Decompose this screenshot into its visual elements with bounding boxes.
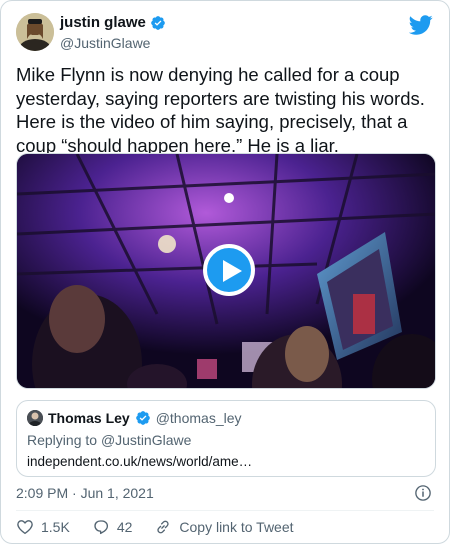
play-button[interactable] bbox=[203, 244, 255, 296]
author-display-name[interactable]: justin glawe bbox=[60, 14, 146, 32]
copy-link-label: Copy link to Tweet bbox=[179, 519, 294, 535]
tweet-timestamp[interactable]: 2:09 PM · Jun 1, 2021 bbox=[16, 485, 154, 501]
reply-icon bbox=[94, 520, 108, 535]
replying-prefix: Replying to bbox=[27, 432, 101, 448]
link-icon bbox=[157, 520, 170, 534]
verified-badge-icon bbox=[151, 16, 165, 30]
like-button[interactable]: 1.5K bbox=[16, 518, 70, 536]
quoted-replying-to: Replying to @JustinGlawe bbox=[27, 432, 191, 448]
author-names: justin glawe @JustinGlawe bbox=[60, 14, 166, 52]
action-bar: 1.5K 42 Copy link to Tweet bbox=[16, 517, 316, 537]
copy-link-button[interactable]: Copy link to Tweet bbox=[154, 518, 294, 536]
reply-count: 42 bbox=[116, 519, 133, 535]
quoted-header: Thomas Ley @thomas_ley bbox=[27, 410, 242, 426]
info-icon[interactable] bbox=[414, 484, 432, 502]
quoted-avatar bbox=[27, 410, 43, 426]
heart-icon bbox=[17, 520, 33, 535]
quoted-handle: @thomas_ley bbox=[155, 410, 242, 426]
author-handle[interactable]: @JustinGlawe bbox=[60, 34, 166, 52]
divider bbox=[16, 510, 434, 511]
video-thumbnail[interactable] bbox=[16, 153, 436, 389]
twitter-bird-icon[interactable] bbox=[409, 13, 433, 37]
tweet-card: justin glawe @JustinGlawe Mike Flynn is … bbox=[0, 0, 450, 544]
quoted-display-name: Thomas Ley bbox=[48, 410, 130, 426]
play-icon bbox=[223, 260, 242, 282]
replying-mention[interactable]: @JustinGlawe bbox=[101, 432, 191, 448]
author-avatar[interactable] bbox=[16, 13, 54, 51]
reply-button[interactable]: 42 bbox=[92, 518, 133, 536]
tweet-header: justin glawe @JustinGlawe bbox=[16, 13, 435, 53]
quoted-tweet[interactable]: Thomas Ley @thomas_ley Replying to @Just… bbox=[16, 400, 436, 477]
quoted-link[interactable]: independent.co.uk/news/world/ame… bbox=[27, 454, 252, 469]
tweet-text: Mike Flynn is now denying he called for … bbox=[16, 64, 425, 156]
like-count: 1.5K bbox=[41, 519, 70, 535]
verified-badge-icon bbox=[135, 411, 150, 425]
